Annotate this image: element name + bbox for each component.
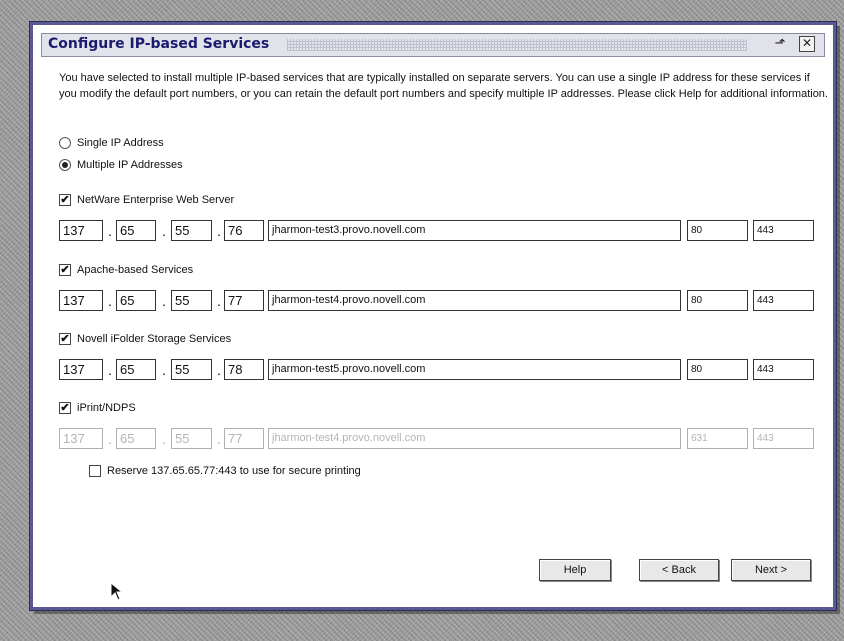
service-label: Novell iFolder Storage Services xyxy=(77,333,232,345)
ip-octet-1-input[interactable]: 137 xyxy=(59,359,103,380)
help-button[interactable]: Help xyxy=(539,559,611,581)
service-checkbox[interactable]: ✔ xyxy=(59,264,71,276)
ip-octet-3-input[interactable]: 55 xyxy=(171,359,212,380)
service-checkbox-row[interactable]: ✔ Apache-based Services xyxy=(59,264,193,276)
ip-octet-2-input[interactable]: 65 xyxy=(116,220,156,241)
ip-dot: . xyxy=(162,362,166,378)
ip-octet-2-input[interactable]: 65 xyxy=(116,290,156,311)
ip-dot: . xyxy=(108,223,112,239)
ip-dot: . xyxy=(217,293,221,309)
service-label: NetWare Enterprise Web Server xyxy=(77,194,235,206)
ip-octet-1-input[interactable]: 137 xyxy=(59,290,103,311)
ip-dot: . xyxy=(217,431,221,447)
hostname-input[interactable]: jharmon-test3.provo.novell.com xyxy=(268,220,681,241)
service-checkbox[interactable]: ✔ xyxy=(59,402,71,414)
service-checkbox[interactable]: ✔ xyxy=(59,333,71,345)
ip-octet-4-input[interactable]: 76 xyxy=(224,220,264,241)
ip-octet-1-input[interactable]: 137 xyxy=(59,220,103,241)
single-ip-radio[interactable] xyxy=(59,137,71,149)
reserve-label: Reserve 137.65.65.77:443 to use for secu… xyxy=(107,465,361,477)
single-ip-radio-option[interactable]: Single IP Address xyxy=(59,137,164,149)
mouse-pointer-icon xyxy=(110,582,124,601)
ip-octet-4-input: 77 xyxy=(224,428,264,449)
port-input[interactable]: 80 xyxy=(687,220,748,241)
reserve-checkbox[interactable] xyxy=(89,465,101,477)
ip-dot: . xyxy=(162,293,166,309)
configure-ip-services-dialog: Configure IP-based Services ⬏ ✕ You have… xyxy=(30,22,836,610)
hostname-input[interactable]: jharmon-test5.provo.novell.com xyxy=(268,359,681,380)
secure-port-input: 443 xyxy=(753,428,814,449)
port-input[interactable]: 80 xyxy=(687,290,748,311)
service-checkbox-row[interactable]: ✔ Novell iFolder Storage Services xyxy=(59,333,231,345)
ip-dot: . xyxy=(217,362,221,378)
secure-port-input[interactable]: 443 xyxy=(753,290,814,311)
multiple-ip-label: Multiple IP Addresses xyxy=(77,159,183,171)
reserve-secure-printing-row[interactable]: Reserve 137.65.65.77:443 to use for secu… xyxy=(89,465,361,477)
ip-octet-1-input: 137 xyxy=(59,428,103,449)
ip-dot: . xyxy=(108,431,112,447)
ip-dot: . xyxy=(162,223,166,239)
service-checkbox[interactable]: ✔ xyxy=(59,194,71,206)
ip-dot: . xyxy=(108,362,112,378)
ip-octet-3-input: 55 xyxy=(171,428,212,449)
service-label: Apache-based Services xyxy=(77,264,194,276)
ip-octet-4-input[interactable]: 77 xyxy=(224,290,264,311)
multiple-ip-radio[interactable] xyxy=(59,159,71,171)
hostname-input[interactable]: jharmon-test4.provo.novell.com xyxy=(268,290,681,311)
service-label: iPrint/NDPS xyxy=(77,402,136,414)
service-checkbox-row[interactable]: ✔ iPrint/NDPS xyxy=(59,402,136,414)
hostname-input: jharmon-test4.provo.novell.com xyxy=(268,428,681,449)
dialog-content: You have selected to install multiple IP… xyxy=(33,25,833,607)
multiple-ip-radio-option[interactable]: Multiple IP Addresses xyxy=(59,159,183,171)
ip-dot: . xyxy=(162,431,166,447)
service-checkbox-row[interactable]: ✔ NetWare Enterprise Web Server xyxy=(59,194,234,206)
ip-octet-2-input: 65 xyxy=(116,428,156,449)
secure-port-input[interactable]: 443 xyxy=(753,220,814,241)
next-button[interactable]: Next > xyxy=(731,559,811,581)
back-button[interactable]: < Back xyxy=(639,559,719,581)
ip-octet-3-input[interactable]: 55 xyxy=(171,220,212,241)
single-ip-label: Single IP Address xyxy=(77,137,164,149)
secure-port-input[interactable]: 443 xyxy=(753,359,814,380)
ip-dot: . xyxy=(108,293,112,309)
description-text: You have selected to install multiple IP… xyxy=(59,72,828,100)
ip-octet-3-input[interactable]: 55 xyxy=(171,290,212,311)
ip-dot: . xyxy=(217,223,221,239)
port-input: 631 xyxy=(687,428,748,449)
port-input[interactable]: 80 xyxy=(687,359,748,380)
ip-octet-2-input[interactable]: 65 xyxy=(116,359,156,380)
ip-octet-4-input[interactable]: 78 xyxy=(224,359,264,380)
